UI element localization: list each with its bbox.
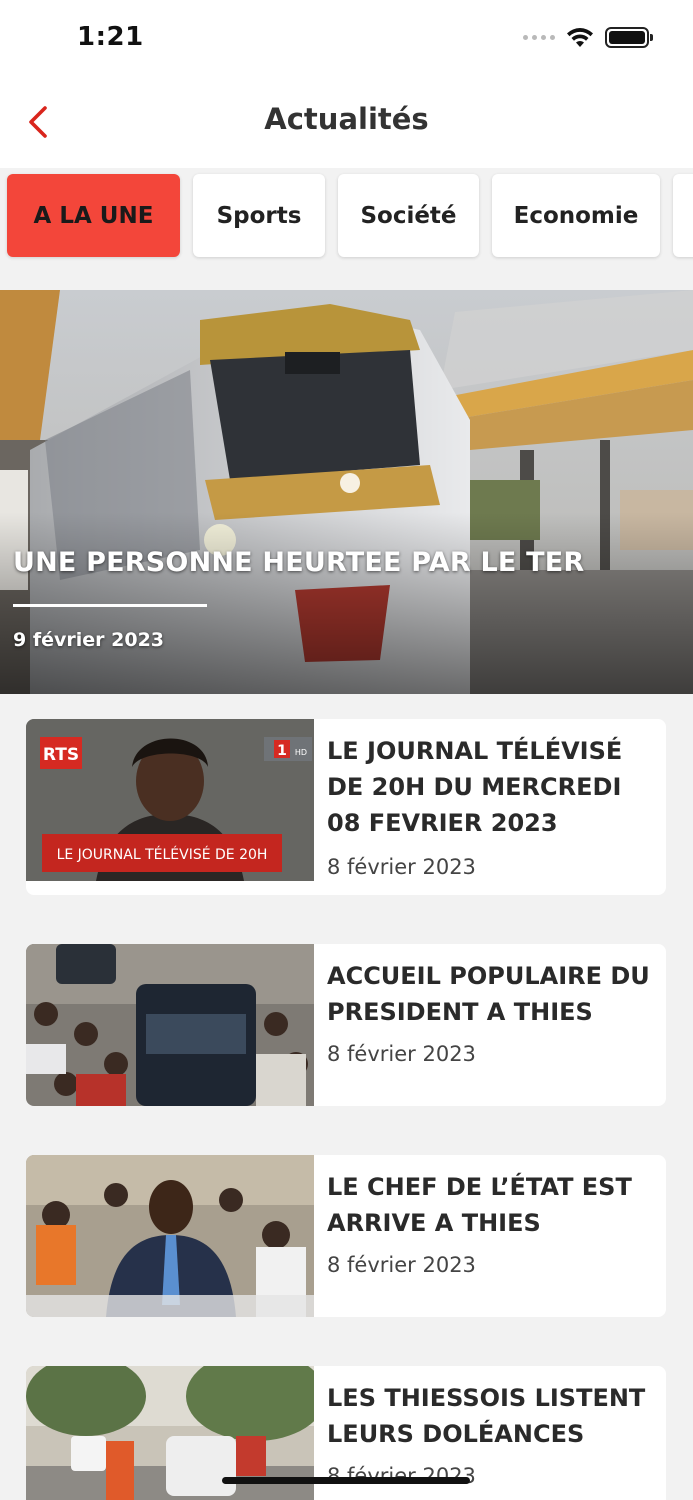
wifi-icon — [567, 28, 593, 47]
tab-societe[interactable]: Société — [338, 174, 479, 257]
article-date: 8 février 2023 — [327, 1253, 476, 1277]
article-date: 8 février 2023 — [327, 1464, 476, 1488]
status-icons — [523, 26, 653, 48]
article-thumbnail-news-anchor: RTS 1 HD LE JOURNAL TÉLÉVISÉ DE 20H — [26, 719, 314, 881]
tab-sports[interactable]: Sports — [193, 174, 325, 257]
article-thumbnail-president-arrival — [26, 1155, 314, 1317]
tab-economie[interactable]: Economie — [492, 174, 660, 257]
page-title: Actualités — [264, 102, 429, 136]
status-bar: 1:21 — [0, 0, 693, 80]
thumb-logo-rts: RTS — [43, 745, 79, 765]
hero-title-underline — [13, 604, 207, 607]
home-indicator[interactable] — [222, 1477, 470, 1484]
status-time: 1:21 — [77, 22, 144, 52]
article-title: LE CHEF DE L’ÉTAT EST ARRIVE A THIES — [327, 1173, 632, 1237]
article-date: 8 février 2023 — [327, 1042, 476, 1066]
article-card[interactable]: LE CHEF DE L’ÉTAT EST ARRIVE A THIES 8 f… — [26, 1155, 666, 1317]
nav-bar: Actualités — [0, 80, 693, 168]
article-title: LE JOURNAL TÉLÉVISÉ DE 20H DU MERCREDI 0… — [327, 737, 623, 837]
hero-title[interactable]: UNE PERSONNE HEURTEE PAR LE TER — [13, 547, 584, 578]
article-card[interactable]: RTS 1 HD LE JOURNAL TÉLÉVISÉ DE 20H LE J… — [26, 719, 666, 895]
article-title: LES THIESSOIS LISTENT LEURS DOLÉANCES — [327, 1384, 646, 1448]
category-tabs[interactable]: A LA UNE Sports Société Economie — [0, 168, 693, 264]
tab-next-partial[interactable] — [673, 174, 693, 257]
article-date: 8 février 2023 — [327, 855, 476, 879]
battery-icon — [605, 26, 653, 48]
article-title: ACCUEIL POPULAIRE DU PRESIDENT A THIES — [327, 962, 650, 1026]
thumb-caption: LE JOURNAL TÉLÉVISÉ DE 20H — [57, 846, 268, 863]
article-thumbnail-crowd-motorcade — [26, 944, 314, 1106]
article-card[interactable]: ACCUEIL POPULAIRE DU PRESIDENT A THIES 8… — [26, 944, 666, 1106]
hero-date: 9 février 2023 — [13, 629, 165, 651]
thumb-channel-number: 1 — [277, 743, 287, 759]
cellular-signal-icon — [523, 34, 555, 40]
tab-a-la-une[interactable]: A LA UNE — [7, 174, 180, 257]
thumb-hd-label: HD — [295, 748, 307, 757]
